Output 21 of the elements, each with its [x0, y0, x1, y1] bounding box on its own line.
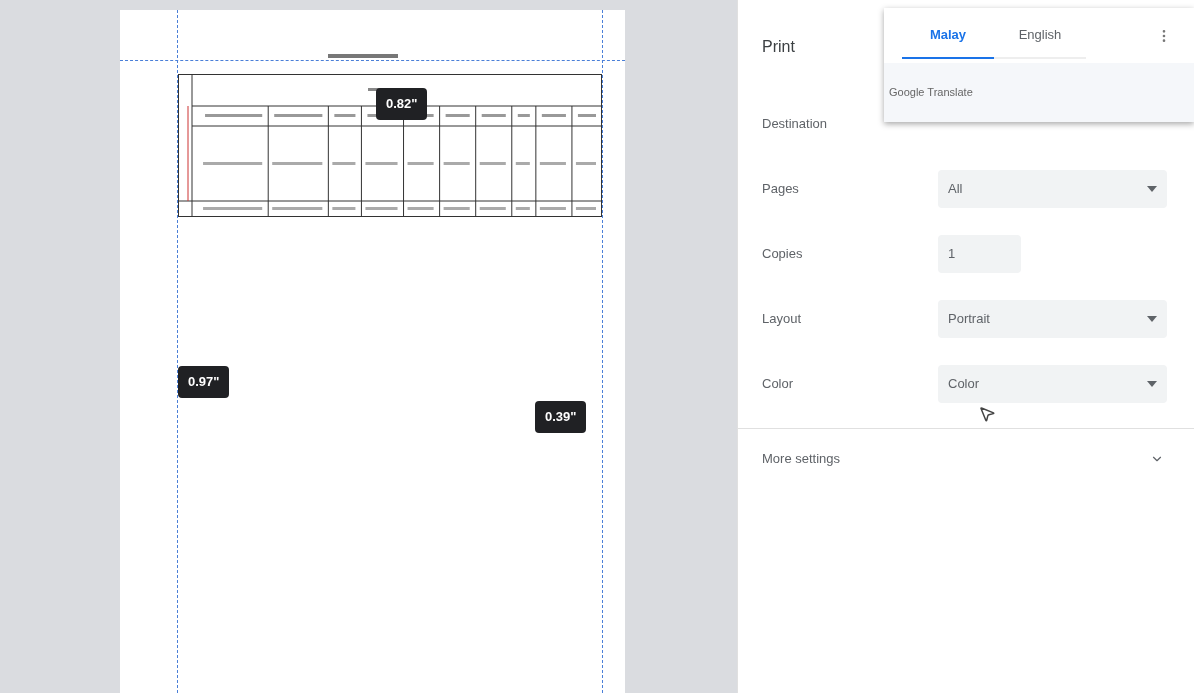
margin-badge: 0.82": [376, 88, 428, 120]
setting-label: Copies: [762, 244, 804, 263]
margin-badge: 0.97": [178, 366, 230, 398]
setting-label: Color: [762, 374, 795, 393]
language-tab[interactable]: Malay: [902, 12, 994, 59]
more-settings-toggle[interactable]: More settings: [738, 429, 1194, 489]
mouse-cursor-icon: [978, 405, 996, 423]
language-tab[interactable]: English: [994, 12, 1086, 59]
setting-label: Pages: [762, 179, 800, 198]
dropdown-arrow-icon: [1147, 380, 1157, 387]
margin-badge: 0.39": [535, 401, 587, 433]
select-dropdown[interactable]: All: [938, 169, 1167, 208]
dropdown-arrow-icon: [1147, 185, 1157, 192]
dropdown-arrow-icon: [1147, 315, 1157, 322]
select-dropdown[interactable]: Portrait: [938, 299, 1167, 338]
popup-footer: Google Translate: [884, 63, 1194, 122]
select-dropdown[interactable]: Color: [938, 364, 1167, 403]
setting-label: Layout: [762, 309, 803, 328]
panel-title: Print: [762, 37, 795, 57]
setting-label: Destination: [762, 114, 829, 133]
copies-field[interactable]: 1: [938, 234, 1021, 273]
